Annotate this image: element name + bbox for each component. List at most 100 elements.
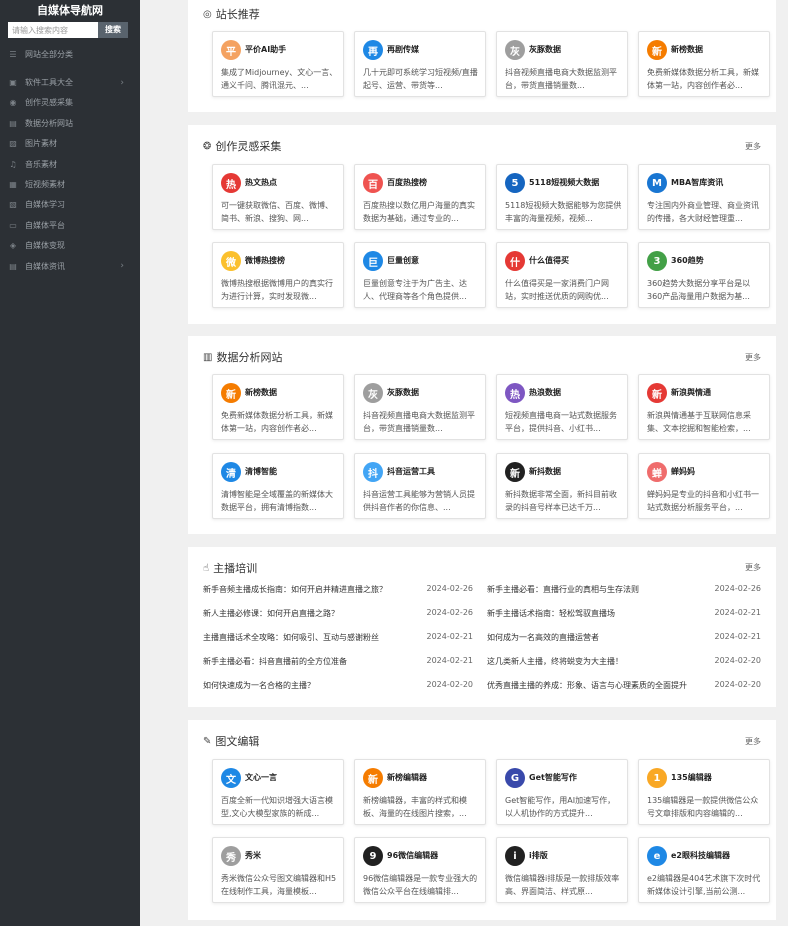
sidebar-item[interactable]: ▧ 自媒体学习	[0, 195, 140, 215]
article-title[interactable]: 主播直播话术全攻略：如何吸引、互动与感谢粉丝	[203, 632, 379, 643]
site-card[interactable]: 3 360趋势 360趋势大数据分享平台是以360产品海量用户数据为基...	[638, 242, 770, 308]
article-item[interactable]: 这几类新人主播，终将蜕变为大主播！ 2024-02-20	[487, 656, 761, 670]
search-button[interactable]: 搜索	[98, 22, 128, 38]
sidebar-item[interactable]: ☰ 网站全部分类	[0, 44, 140, 64]
article-title[interactable]: 如何成为一名高效的直播运营者	[487, 632, 599, 643]
sidebar-item[interactable]: ▦ 短视频素材	[0, 174, 140, 194]
article-item[interactable]: 新人主播必修课：如何开启直播之路？ 2024-02-26	[203, 608, 473, 622]
chanmama-logo: 蝉	[647, 462, 667, 482]
card-name: 微博热搜榜	[245, 256, 285, 265]
card-name: 灰豚数据	[529, 45, 561, 54]
sidebar-item-label: 数据分析网站	[25, 118, 73, 128]
article-item[interactable]: 如何成为一名高效的直播运营者 2024-02-21	[487, 632, 761, 646]
site-card[interactable]: G Get智能写作 Get智能写作，用AI加速写作，以人机协作的方式提升...	[496, 759, 628, 825]
sidebar-item[interactable]: ◉ 创作灵感采集	[0, 93, 140, 113]
site-card[interactable]: e e2眼科技编辑器 e2编辑器是404艺术旗下次时代新媒体设计引擎,当前公测...	[638, 837, 770, 903]
chart-icon: ▤	[9, 118, 17, 128]
sidebar-item[interactable]: ▤ 数据分析网站	[0, 113, 140, 133]
site-card[interactable]: 百百度热搜榜 百度热搜以数亿用户海量的真实数据为基础，通过专业的...	[354, 164, 486, 230]
article-title[interactable]: 新手主播必看：抖音直播前的全方位准备	[203, 656, 347, 667]
location-icon: ◈	[9, 241, 17, 251]
news-icon: ▤	[9, 261, 17, 271]
card-description: 135编辑器是一款提供微信公众号文章排版和内容编辑的...	[647, 796, 759, 818]
article-date: 2024-02-21	[714, 632, 762, 641]
card-name: 新抖数据	[529, 467, 561, 476]
site-card[interactable]: i i排版 微信编辑器i排版是一款排版效率高、界面简洁、样式原...	[496, 837, 628, 903]
card-description: 秀米微信公众号图文编辑器和H5在线制作工具，海量模板...	[221, 874, 337, 896]
bar-chart-icon: ▥	[203, 351, 213, 363]
article-item[interactable]: 新手主播话术指南：轻松驾驭直播场 2024-02-21	[487, 608, 761, 622]
site-card[interactable]: 秀秀米 秀米微信公众号图文编辑器和H5在线制作工具，海量模板...	[212, 837, 344, 903]
sidebar-item[interactable]: ▭ 自媒体平台	[0, 215, 140, 235]
site-card[interactable]: M MBA智库资讯 专注国内外商业管理、商业资讯的传播，各大财经管理重...	[638, 164, 770, 230]
more-link[interactable]: 更多	[745, 352, 761, 363]
site-card[interactable]: 再再剧传媒 几十元即可系统学习短视频/直播起号、运营、带货等...	[354, 31, 486, 97]
article-title[interactable]: 新人主播必修课：如何开启直播之路？	[203, 608, 339, 619]
site-card[interactable]: 新新浪舆情通 新浪舆情通基于互联网信息采集、文本挖掘和智能检索，...	[638, 374, 770, 440]
article-item[interactable]: 新手主播必看：直播行业的真相与生存法则 2024-02-26	[487, 584, 761, 598]
more-link[interactable]: 更多	[745, 562, 761, 573]
article-item[interactable]: 主播直播话术全攻略：如何吸引、互动与感谢粉丝 2024-02-21	[203, 632, 473, 646]
article-item[interactable]: 新手主播必看：抖音直播前的全方位准备 2024-02-21	[203, 656, 473, 670]
site-card[interactable]: 新新榜数据 免费新媒体数据分析工具，新媒体第一站，内容创作者必...	[638, 31, 770, 97]
site-card[interactable]: 巨巨量创意 巨量创意专注于为广告主、达人、代理商等各个角色提供...	[354, 242, 486, 308]
article-item[interactable]: 新手音频主播成长指南：如何开启并精进直播之旅？ 2024-02-26	[203, 584, 473, 598]
ipaiban-logo: i	[505, 846, 525, 866]
site-card[interactable]: 新新榜编辑器 新榜编辑器，丰富的样式和模板、海量的在线图片搜索，...	[354, 759, 486, 825]
article-title[interactable]: 优秀直播主播的养成：形象、语言与心理素质的全面提升	[487, 680, 687, 691]
card-name: 蝉妈妈	[671, 467, 695, 476]
sidebar-item[interactable]: ▣ 软件工具大全 ›	[0, 72, 140, 92]
section-title: 图文编辑	[215, 735, 260, 748]
site-card[interactable]: 新新榜数据 免费新媒体数据分析工具，新媒体第一站，内容创作者必...	[212, 374, 344, 440]
card-name: 抖音运营工具	[387, 467, 435, 476]
article-title[interactable]: 这几类新人主播，终将蜕变为大主播！	[487, 656, 623, 667]
section-recommend: ◎ 站长推荐 平平价AI助手 集成了Midjourney、文心一言、通义千问、腾讯…	[188, 0, 776, 112]
search-bar: 搜索	[8, 22, 140, 38]
article-title[interactable]: 新手主播话术指南：轻松驾驭直播场	[487, 608, 615, 619]
more-link[interactable]: 更多	[745, 141, 761, 152]
sidebar-item-label: 创作灵感采集	[25, 98, 73, 108]
site-card[interactable]: 微微博热搜榜 微博热搜根据微博用户的真实行为进行计算，实时发现微...	[212, 242, 344, 308]
image-icon: ▨	[9, 139, 17, 149]
sidebar: 自媒体导航网 搜索 ☰ 网站全部分类 ▣ 软件工具大全 › ◉ 创作灵感采集 ▤ 数据分析网站 ▨…	[0, 0, 140, 926]
site-card[interactable]: 什什么值得买 什么值得买是一家消费门户网站，实时推送优质的网购优...	[496, 242, 628, 308]
article-title[interactable]: 如何快速成为一名合格的主播？	[203, 680, 315, 691]
site-card[interactable]: 1 135编辑器 135编辑器是一款提供微信公众号文章排版和内容编辑的...	[638, 759, 770, 825]
sidebar-item[interactable]: ◈ 自媒体变现	[0, 236, 140, 256]
site-card[interactable]: 蝉蝉妈妈 蝉妈妈是专业的抖音和小红书一站式数据分析服务平台，...	[638, 453, 770, 519]
sidebar-item-label: 图片素材	[25, 139, 57, 149]
newrank-logo: 新	[221, 383, 241, 403]
card-description: 专注国内外商业管理、商业资讯的传播，各大财经管理重...	[647, 201, 759, 223]
site-card[interactable]: 灰灰豚数据 抖音视频直播电商大数据监测平台，带货直播销量数...	[354, 374, 486, 440]
site-card[interactable]: 热热浪数据 短视频直播电商一站式数据服务平台，提供抖音、小红书...	[496, 374, 628, 440]
section-header: ◎ 站长推荐	[203, 7, 260, 21]
site-card[interactable]: 新新抖数据 新抖数据非常全面，新抖目前收录的抖音号样本已达千万...	[496, 453, 628, 519]
hand-icon: ☝	[203, 562, 210, 574]
sidebar-item[interactable]: ▨ 图片素材	[0, 134, 140, 154]
site-card[interactable]: 5 5118短视频大数据 5118短视频大数据能够为您提供丰富的海量视频，视频...	[496, 164, 628, 230]
article-title[interactable]: 新手主播必看：直播行业的真相与生存法则	[487, 584, 639, 595]
search-input[interactable]	[8, 22, 98, 38]
card-name: 文心一言	[245, 773, 277, 782]
sidebar-item[interactable]: ♫ 音乐素材	[0, 154, 140, 174]
site-card[interactable]: 热热文热点 可一键获取微信、百度、微博、简书、新浪、搜狗、网...	[212, 164, 344, 230]
book-icon: ▧	[9, 200, 17, 210]
more-link[interactable]: 更多	[745, 736, 761, 747]
newrank-editor-logo: 新	[363, 768, 383, 788]
site-card[interactable]: 抖抖音运营工具 抖音运营工具能够为营销人员提供抖音作者的你信息、...	[354, 453, 486, 519]
article-date: 2024-02-20	[714, 656, 762, 665]
site-card[interactable]: 平平价AI助手 集成了Midjourney、文心一言、通义千问、腾讯混元、...	[212, 31, 344, 97]
card-name: i排版	[529, 851, 548, 860]
article-item[interactable]: 优秀直播主播的养成：形象、语言与心理素质的全面提升 2024-02-20	[487, 680, 761, 694]
article-date: 2024-02-20	[714, 680, 762, 689]
huitun-logo: 灰	[363, 383, 383, 403]
article-title[interactable]: 新手音频主播成长指南：如何开启并精进直播之旅？	[203, 584, 387, 595]
site-card[interactable]: 文文心一言 百度全新一代知识增强大语言模型,文心大模型家族的新成...	[212, 759, 344, 825]
baidu-hot-logo: 百	[363, 173, 383, 193]
sidebar-item[interactable]: ▤ 自媒体资讯 ›	[0, 256, 140, 276]
card-name: 360趋势	[671, 256, 704, 265]
site-card[interactable]: 清清博智能 清博智能是全域覆盖的新媒体大数据平台，拥有清博指数...	[212, 453, 344, 519]
site-card[interactable]: 灰灰豚数据 抖音视频直播电商大数据监测平台，带货直播销量数...	[496, 31, 628, 97]
article-item[interactable]: 如何快速成为一名合格的主播？ 2024-02-20	[203, 680, 473, 694]
site-card[interactable]: 9 96微信编辑器 96微信编辑器是一款专业强大的微信公众平台在线编辑排...	[354, 837, 486, 903]
